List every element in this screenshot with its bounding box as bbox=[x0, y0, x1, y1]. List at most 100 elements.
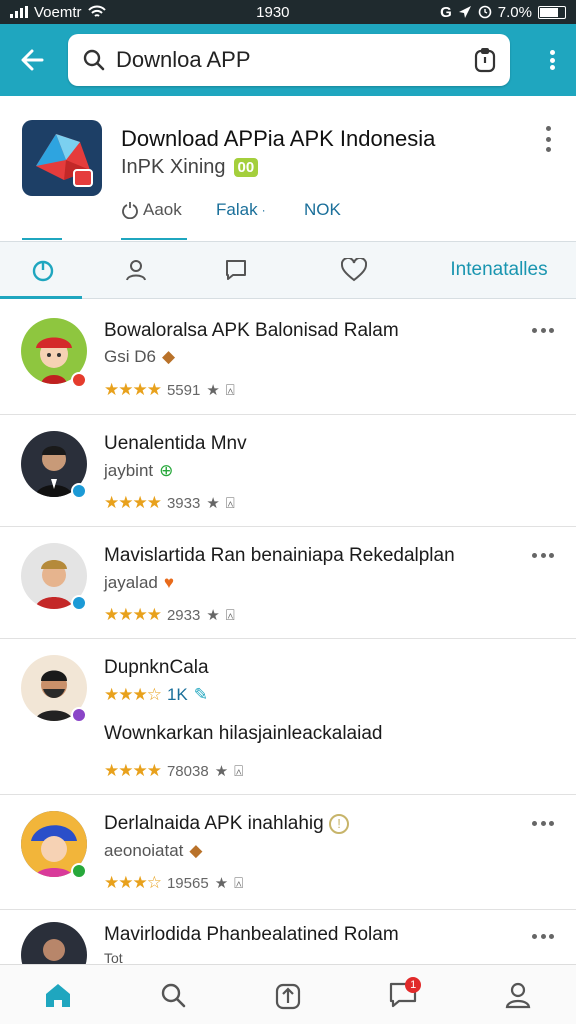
item-menu-button[interactable] bbox=[532, 553, 554, 559]
avatar-status-badge bbox=[71, 707, 87, 723]
item-subtitle-text: Gsi D6 bbox=[104, 347, 156, 366]
list-item[interactable]: Mavirlodida Phanbealatined Rolam Tot bbox=[0, 910, 576, 988]
search-icon bbox=[83, 49, 105, 71]
back-button[interactable] bbox=[12, 40, 52, 80]
app-header: Download APPia APK Indonesia InPK Xining… bbox=[0, 96, 576, 241]
wifi-icon bbox=[87, 5, 106, 17]
star-small-icon: ★ bbox=[206, 495, 220, 512]
g-icon: G bbox=[440, 3, 452, 21]
app-title: Download APPia APK Indonesia bbox=[121, 126, 436, 151]
item-title: Bowaloralsa APK Balonisad Ralam bbox=[104, 320, 399, 341]
star-rating-icon: ★★★★ bbox=[104, 380, 162, 399]
download-icon: ⍓ bbox=[225, 381, 235, 399]
list-item[interactable]: Derlalnaida APK inahlahig ! aeonoiatat ◆… bbox=[0, 795, 576, 910]
plus-icon: ⊕ bbox=[159, 461, 174, 480]
search-bar[interactable] bbox=[68, 34, 510, 86]
star-rating-icon: ★★★★ bbox=[104, 493, 162, 512]
download-icon: ⍓ bbox=[225, 606, 235, 624]
overflow-menu-button[interactable] bbox=[542, 44, 562, 76]
list-item[interactable]: Bowaloralsa APK Balonisad Ralam Gsi D6 ◆… bbox=[0, 300, 576, 415]
item-subtitle-text: jayalad bbox=[104, 573, 158, 592]
account-icon bbox=[506, 982, 531, 1008]
list-item[interactable]: Uenalentida Mnv jaybint ⊕ ★★★★ 3933 ★ ⍓ bbox=[0, 415, 576, 527]
signal-icon bbox=[10, 6, 28, 18]
verified-badge bbox=[71, 595, 87, 611]
location-icon bbox=[458, 6, 471, 18]
edit-icon: ✎ bbox=[193, 685, 209, 704]
nav-upload[interactable] bbox=[258, 967, 318, 1023]
item-rating: ★★★★ 3933 ★ ⍓ bbox=[104, 493, 235, 513]
item-menu-button[interactable] bbox=[532, 934, 554, 940]
tab-favorites[interactable] bbox=[286, 241, 422, 299]
item-title: Mavislartida Ran benainiapa Rekedalplan bbox=[104, 545, 455, 566]
nav-home[interactable] bbox=[28, 967, 88, 1023]
item-title: DupnknCala bbox=[104, 657, 209, 678]
carrier-name: Voemtr bbox=[34, 3, 82, 21]
meta-label-2: Falak bbox=[216, 200, 258, 219]
avatar-status-badge bbox=[71, 372, 87, 388]
meta-label-3: NOK bbox=[304, 200, 341, 219]
avatar-status-badge bbox=[71, 863, 87, 879]
verified-badge bbox=[71, 483, 87, 499]
item-menu-button[interactable] bbox=[532, 328, 554, 334]
meta-item-1[interactable]: Aaok bbox=[121, 200, 216, 220]
download-icon: ⍓ bbox=[225, 494, 235, 512]
app-list: Bowaloralsa APK Balonisad Ralam Gsi D6 ◆… bbox=[0, 300, 576, 988]
battery-icon bbox=[538, 5, 566, 19]
battery-percent: 7.0% bbox=[497, 3, 532, 21]
person-icon bbox=[126, 260, 146, 281]
item-subtitle: ★★★☆ 1K ✎ bbox=[104, 685, 208, 705]
ticket-icon: ◆ bbox=[161, 347, 176, 366]
tab-profile[interactable] bbox=[86, 241, 186, 299]
meta-underline-2 bbox=[121, 238, 187, 240]
search-input[interactable] bbox=[116, 47, 464, 73]
star-small-icon: ★ bbox=[214, 875, 229, 892]
item-subtitle-text: 1K bbox=[166, 685, 188, 704]
tab-recent[interactable] bbox=[0, 241, 86, 299]
rating-count: 2933 bbox=[166, 606, 201, 624]
item-menu-button[interactable] bbox=[532, 821, 554, 827]
active-tab-indicator bbox=[0, 296, 82, 299]
list-item[interactable]: Mavislartida Ran benainiapa Rekedalplan … bbox=[0, 527, 576, 639]
app-logo[interactable] bbox=[22, 120, 102, 196]
nav-account[interactable] bbox=[488, 967, 548, 1023]
power-icon bbox=[122, 202, 138, 219]
item-subtitle: aeonoiatat ◆ bbox=[104, 841, 202, 861]
tab-chat[interactable] bbox=[186, 241, 286, 299]
star-rating-icon: ★★★★ bbox=[104, 605, 162, 624]
dash-icon: · bbox=[261, 203, 266, 217]
meta-underline-1 bbox=[22, 238, 62, 240]
item-title: Uenalentida Mnv bbox=[104, 433, 247, 454]
item-subtitle: jayalad ♥ bbox=[104, 573, 174, 593]
rating-count: 78038 bbox=[166, 762, 209, 780]
download-icon: ⍓ bbox=[234, 874, 244, 892]
item-rating: ★★★★ 5591 ★ ⍓ bbox=[104, 380, 235, 400]
item-title: Derlalnaida APK inahlahig ! bbox=[104, 813, 349, 835]
item-subtitle-text: aeonoiatat bbox=[104, 841, 184, 860]
app-developer: InPK Xining 00 bbox=[121, 156, 259, 179]
tab-bar: Intenatalles bbox=[0, 241, 576, 299]
download-icon: ⍓ bbox=[234, 762, 244, 780]
clipboard-icon[interactable] bbox=[474, 47, 496, 73]
list-item[interactable]: DupnknCala ★★★☆ 1K ✎ Wownkarkan hilasjai… bbox=[0, 639, 576, 795]
app-logo-icon bbox=[36, 134, 93, 187]
item-subtitle: Gsi D6 ◆ bbox=[104, 347, 175, 367]
star-small-icon: ★ bbox=[206, 382, 220, 399]
meta-item-2[interactable]: Falak · bbox=[216, 200, 304, 220]
meta-label-1: Aaok bbox=[143, 200, 182, 219]
tab-installed[interactable]: Intenatalles bbox=[422, 241, 576, 299]
star-rating-icon: ★★★☆ bbox=[104, 873, 162, 892]
clock-time: 1930 bbox=[256, 3, 290, 21]
top-app-bar bbox=[0, 24, 576, 96]
item-subtitle-text: jaybint bbox=[104, 461, 154, 480]
chat-icon bbox=[226, 260, 246, 280]
item-rating: ★★★★ 78038 ★ ⍓ bbox=[104, 761, 243, 781]
ticket-icon: ◆ bbox=[189, 841, 203, 860]
meta-item-3[interactable]: NOK bbox=[304, 200, 341, 220]
star-rating-icon: ★★★☆ bbox=[104, 685, 162, 704]
rating-badge: 00 bbox=[233, 158, 259, 177]
nav-search[interactable] bbox=[143, 967, 203, 1023]
star-rating-icon: ★★★★ bbox=[104, 761, 162, 780]
nav-messages[interactable]: 1 bbox=[373, 967, 433, 1023]
app-menu-button[interactable] bbox=[544, 126, 552, 152]
